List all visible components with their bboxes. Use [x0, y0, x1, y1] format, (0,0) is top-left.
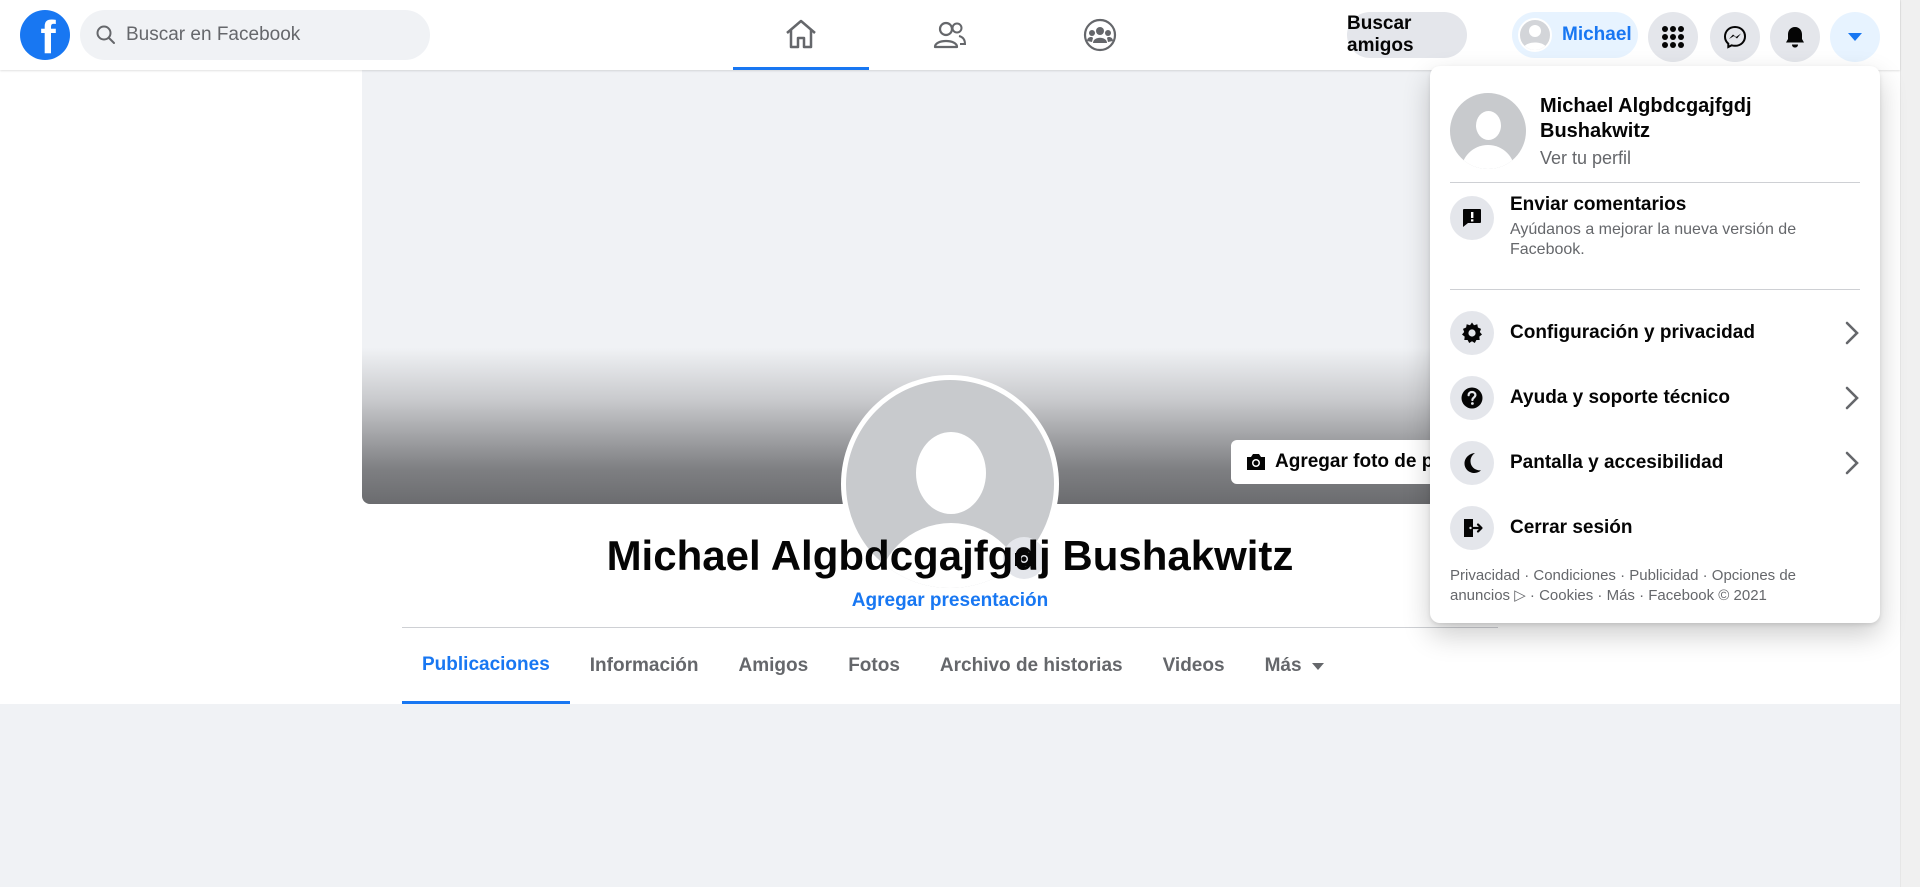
- tab-videos[interactable]: Videos: [1143, 628, 1245, 704]
- profile-tabs: Publicaciones Información Amigos Fotos A…: [402, 628, 1344, 704]
- find-friends-button[interactable]: Buscar amigos: [1347, 12, 1467, 58]
- default-avatar-icon: [1523, 25, 1547, 50]
- settings-privacy-item[interactable]: Configuración y privacidad: [1450, 303, 1860, 363]
- profile-name: Michael Algbdcgajfgdj Bushakwitz: [606, 532, 1294, 579]
- menu-button[interactable]: [1648, 12, 1698, 62]
- send-feedback-description: Ayúdanos a mejorar la nueva versión de F…: [1510, 221, 1797, 258]
- tab-about[interactable]: Información: [570, 628, 719, 704]
- groups-icon: [1083, 18, 1117, 52]
- search-input[interactable]: [126, 24, 406, 46]
- profile-short-name: Michael: [1562, 24, 1632, 45]
- notifications-button[interactable]: [1770, 12, 1820, 62]
- facebook-logo[interactable]: f: [20, 10, 70, 60]
- camera-icon: [1247, 454, 1265, 470]
- question-icon: [1450, 376, 1494, 420]
- moon-icon: [1450, 441, 1494, 485]
- settings-privacy-label: Configuración y privacidad: [1510, 322, 1755, 343]
- caret-down-icon: [1311, 662, 1324, 670]
- search-box[interactable]: [80, 10, 430, 60]
- help-support-item[interactable]: Ayuda y soporte técnico: [1450, 368, 1860, 428]
- chevron-right-icon: [1845, 321, 1859, 345]
- logout-icon: [1450, 506, 1494, 550]
- add-cover-photo-button[interactable]: Agregar foto de portada: [1231, 440, 1461, 484]
- divider: [1450, 289, 1860, 290]
- friends-icon: [933, 21, 967, 49]
- logout-label: Cerrar sesión: [1510, 517, 1633, 538]
- tab-friends[interactable]: Amigos: [719, 628, 829, 704]
- top-navigation-bar: f Buscar amigos Michael: [0, 0, 1900, 70]
- chevron-right-icon: [1845, 386, 1859, 410]
- profile-shortcut-button[interactable]: Michael: [1512, 12, 1638, 58]
- nav-groups-tab[interactable]: [1032, 0, 1168, 70]
- caret-down-icon: [1848, 33, 1862, 41]
- avatar: [1450, 93, 1526, 169]
- tab-story-archive[interactable]: Archivo de historias: [920, 628, 1143, 704]
- scrollbar[interactable]: [1900, 0, 1920, 887]
- footer-links[interactable]: Privacidad · Condiciones · Publicidad · …: [1450, 566, 1860, 606]
- tab-more-label: Más: [1264, 655, 1302, 676]
- send-feedback-item[interactable]: Enviar comentarios Ayúdanos a mejorar la…: [1450, 186, 1860, 276]
- messenger-button[interactable]: [1710, 12, 1760, 62]
- grid-menu-icon: [1662, 26, 1684, 48]
- messenger-icon: [1723, 25, 1747, 49]
- nav-home-tab[interactable]: [733, 0, 869, 70]
- tab-photos[interactable]: Fotos: [828, 628, 920, 704]
- help-support-label: Ayuda y soporte técnico: [1510, 387, 1730, 408]
- divider: [1450, 182, 1860, 183]
- facebook-logo-letter: f: [40, 11, 56, 60]
- gear-icon: [1450, 311, 1494, 355]
- home-icon: [786, 19, 816, 48]
- account-dropdown-menu: Michael Algbdcgajfgdj Bushakwitz Ver tu …: [1430, 66, 1880, 623]
- display-accessibility-label: Pantalla y accesibilidad: [1510, 452, 1724, 473]
- bell-icon: [1786, 27, 1804, 48]
- view-profile-label: Ver tu perfil: [1540, 147, 1632, 168]
- feedback-icon: [1450, 196, 1494, 240]
- account-menu-button[interactable]: [1830, 12, 1880, 62]
- send-feedback-label: Enviar comentarios: [1510, 194, 1687, 215]
- tab-posts[interactable]: Publicaciones: [402, 628, 570, 704]
- tab-more[interactable]: Más: [1245, 628, 1344, 704]
- chevron-right-icon: [1845, 451, 1859, 475]
- search-icon: [96, 25, 115, 44]
- menu-profile-name: Michael Algbdcgajfgdj Bushakwitz: [1540, 94, 1752, 142]
- avatar: [1518, 18, 1552, 52]
- menu-profile-link[interactable]: Michael Algbdcgajfgdj Bushakwitz Ver tu …: [1450, 86, 1860, 176]
- display-accessibility-item[interactable]: Pantalla y accesibilidad: [1450, 433, 1860, 493]
- logout-item[interactable]: Cerrar sesión: [1450, 498, 1860, 558]
- add-bio-link[interactable]: Agregar presentación: [362, 590, 1538, 612]
- nav-friends-tab[interactable]: [882, 0, 1018, 70]
- find-friends-label: Buscar amigos: [1347, 13, 1414, 56]
